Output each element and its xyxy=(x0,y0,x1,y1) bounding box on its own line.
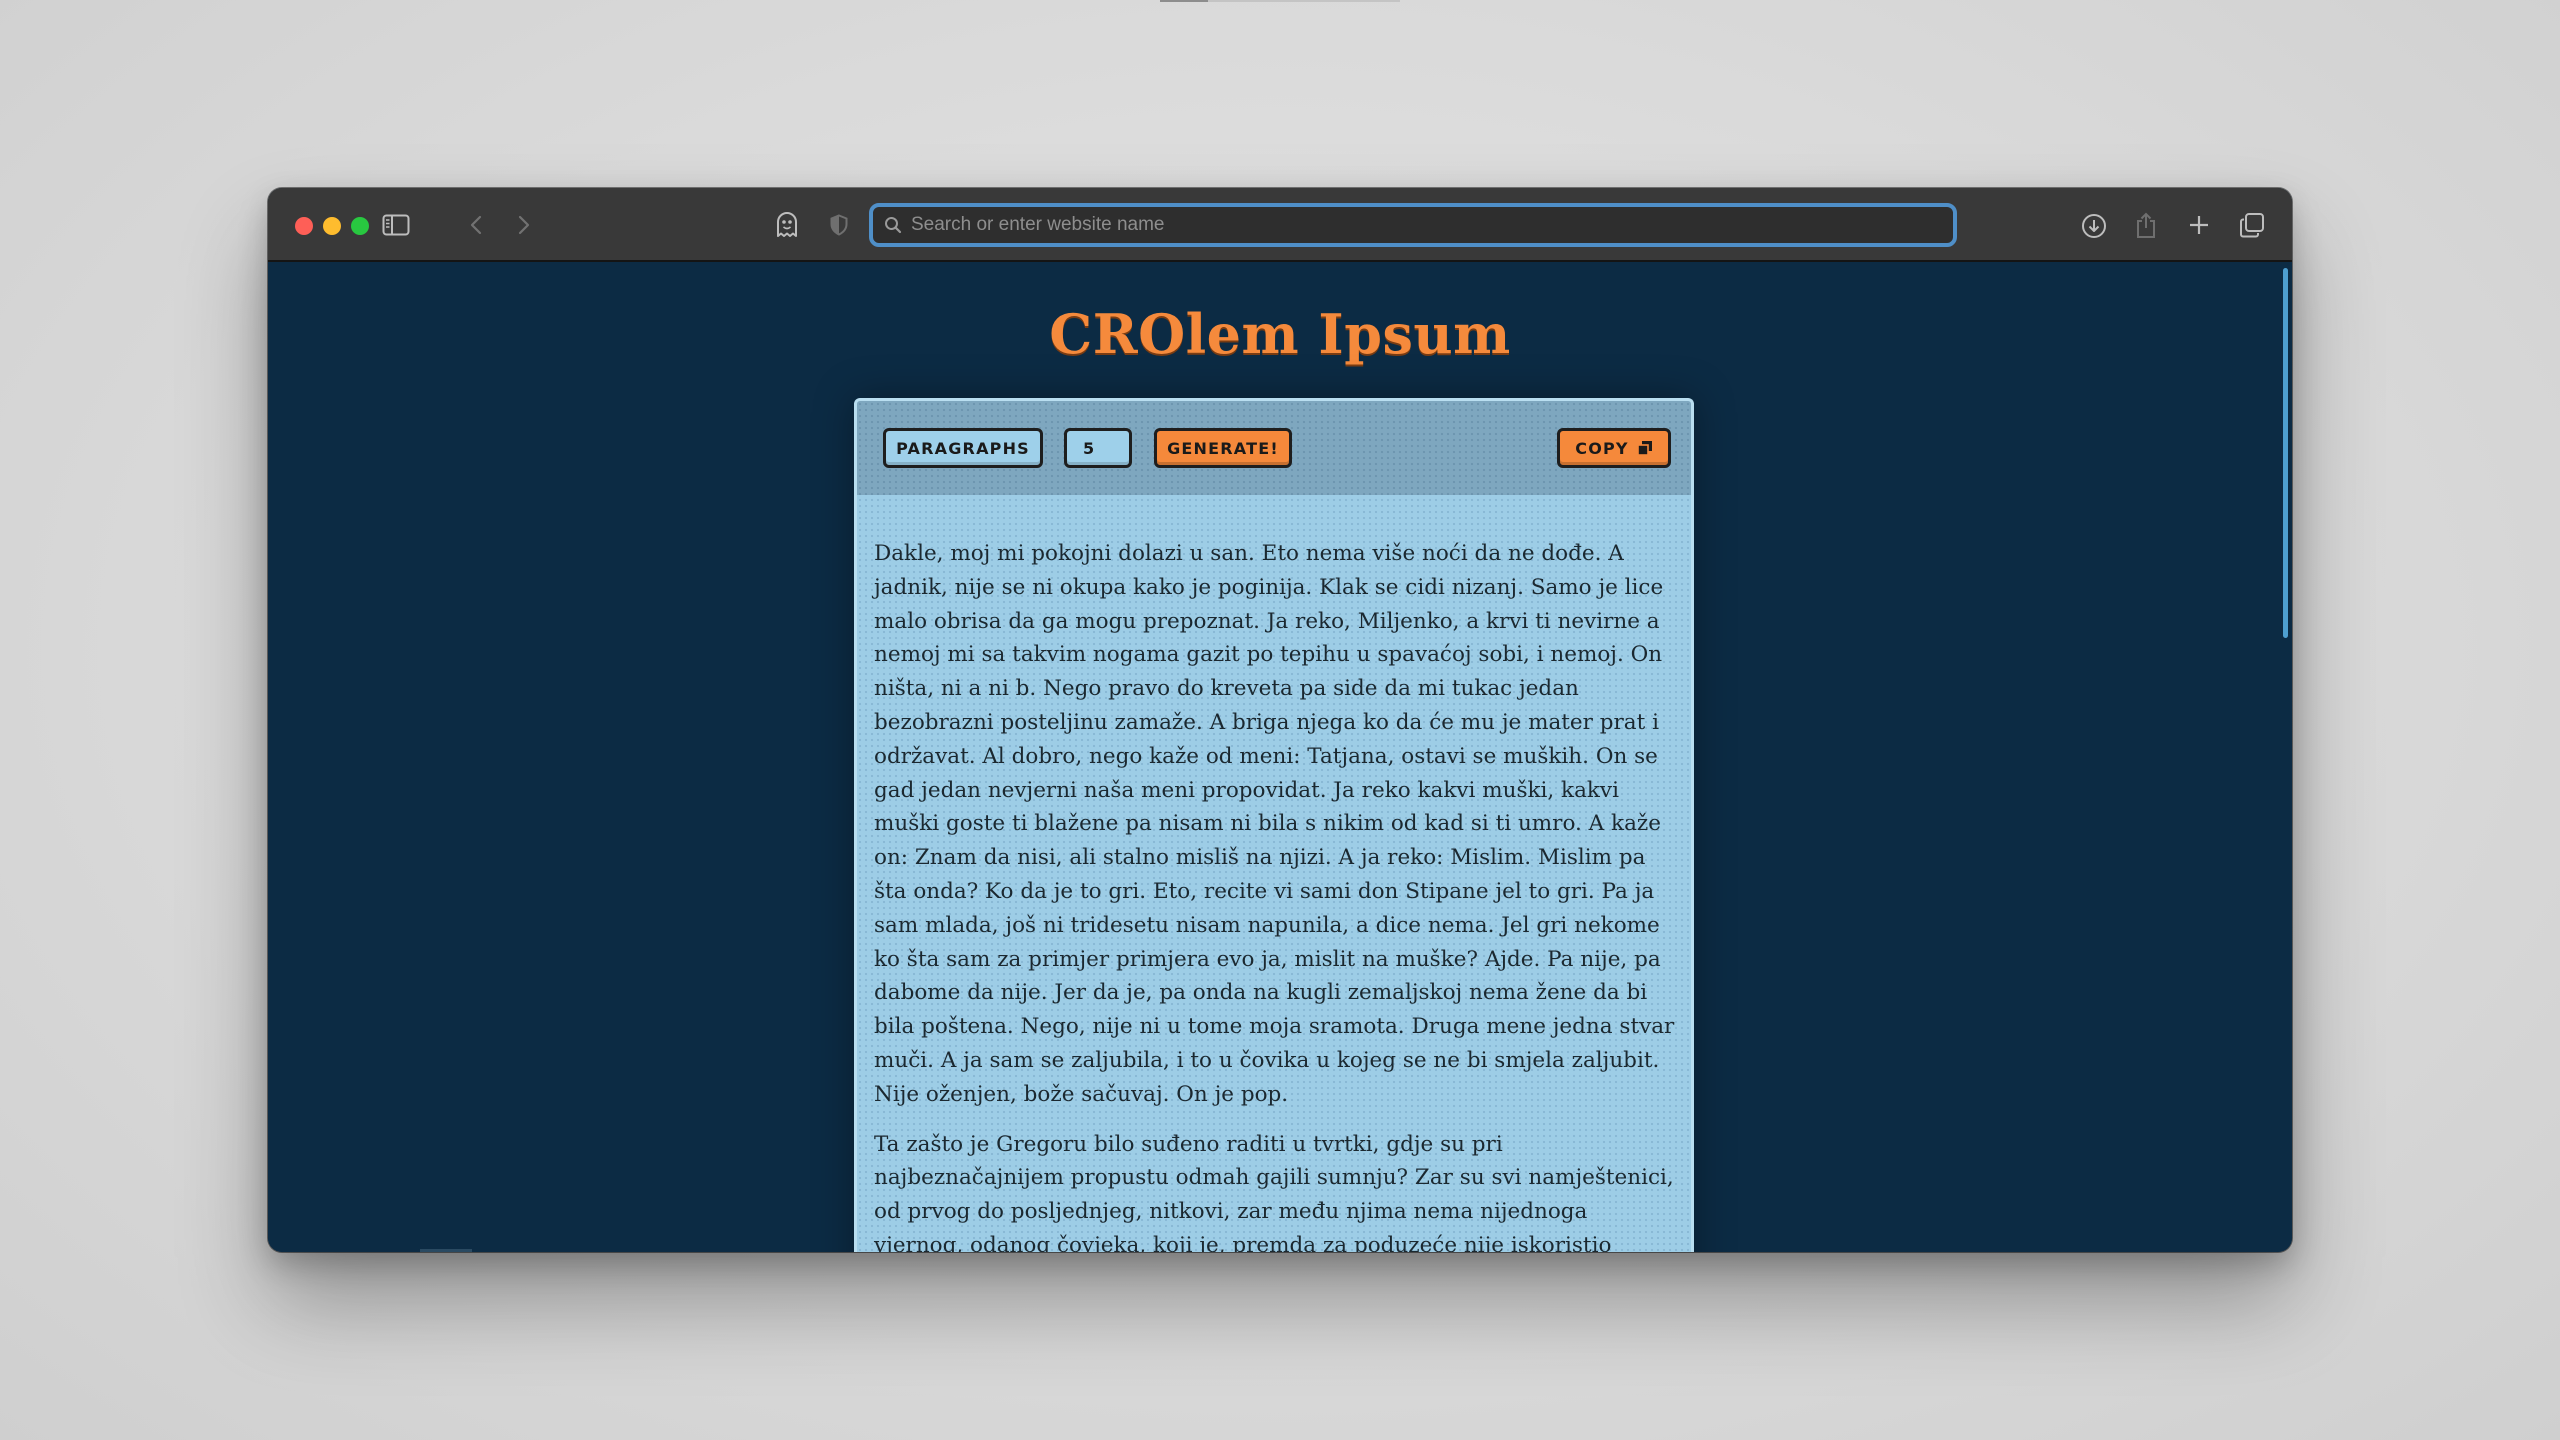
search-icon xyxy=(885,217,902,234)
share-icon[interactable] xyxy=(2134,210,2158,240)
paragraph-2: Ta zašto je Gregoru bilo suđeno raditi u… xyxy=(874,1131,1674,1252)
new-tab-plus-icon[interactable] xyxy=(2186,212,2212,238)
unit-select-button[interactable]: PARAGRAPHS xyxy=(883,428,1043,468)
web-page: CROlem Ipsum PARAGRAPHS 5 GENERATE! COPY… xyxy=(268,262,2292,1252)
downloads-icon[interactable] xyxy=(2080,212,2108,240)
copy-label: COPY xyxy=(1575,438,1629,458)
copy-button[interactable]: COPY xyxy=(1557,428,1671,468)
address-input[interactable] xyxy=(909,213,1913,237)
forward-arrow-icon[interactable] xyxy=(512,212,536,238)
tab-overview-icon[interactable] xyxy=(2238,211,2266,239)
close-window-button[interactable] xyxy=(295,217,313,235)
paragraph-1: Dakle, moj mi pokojni dolazi u san. Eto … xyxy=(874,541,1675,1107)
sidebar-toggle-icon[interactable] xyxy=(381,212,411,238)
privacy-shield-icon[interactable] xyxy=(828,212,850,238)
generator-card: PARAGRAPHS 5 GENERATE! COPY Dakle, moj m… xyxy=(854,398,1694,1252)
generated-text: Dakle, moj mi pokojni dolazi u san. Eto … xyxy=(874,537,1680,1252)
copy-icon xyxy=(1636,441,1652,456)
browser-toolbar xyxy=(268,188,2292,262)
maximize-window-button[interactable] xyxy=(351,217,369,235)
back-arrow-icon[interactable] xyxy=(464,212,488,238)
generate-button[interactable]: GENERATE! xyxy=(1154,428,1292,468)
minimize-window-button[interactable] xyxy=(323,217,341,235)
browser-window: CROlem Ipsum PARAGRAPHS 5 GENERATE! COPY… xyxy=(268,188,2292,1252)
controls-bar: PARAGRAPHS 5 GENERATE! COPY xyxy=(857,401,1691,495)
page-scrollbar[interactable] xyxy=(2283,268,2288,638)
page-title: CROlem Ipsum xyxy=(1049,302,1511,366)
count-input[interactable]: 5 xyxy=(1064,428,1132,468)
screen-edge-glint xyxy=(1160,0,1400,2)
scroll-indicator xyxy=(420,1249,472,1252)
ghost-extension-icon[interactable] xyxy=(773,210,801,240)
address-bar[interactable] xyxy=(869,203,1957,247)
